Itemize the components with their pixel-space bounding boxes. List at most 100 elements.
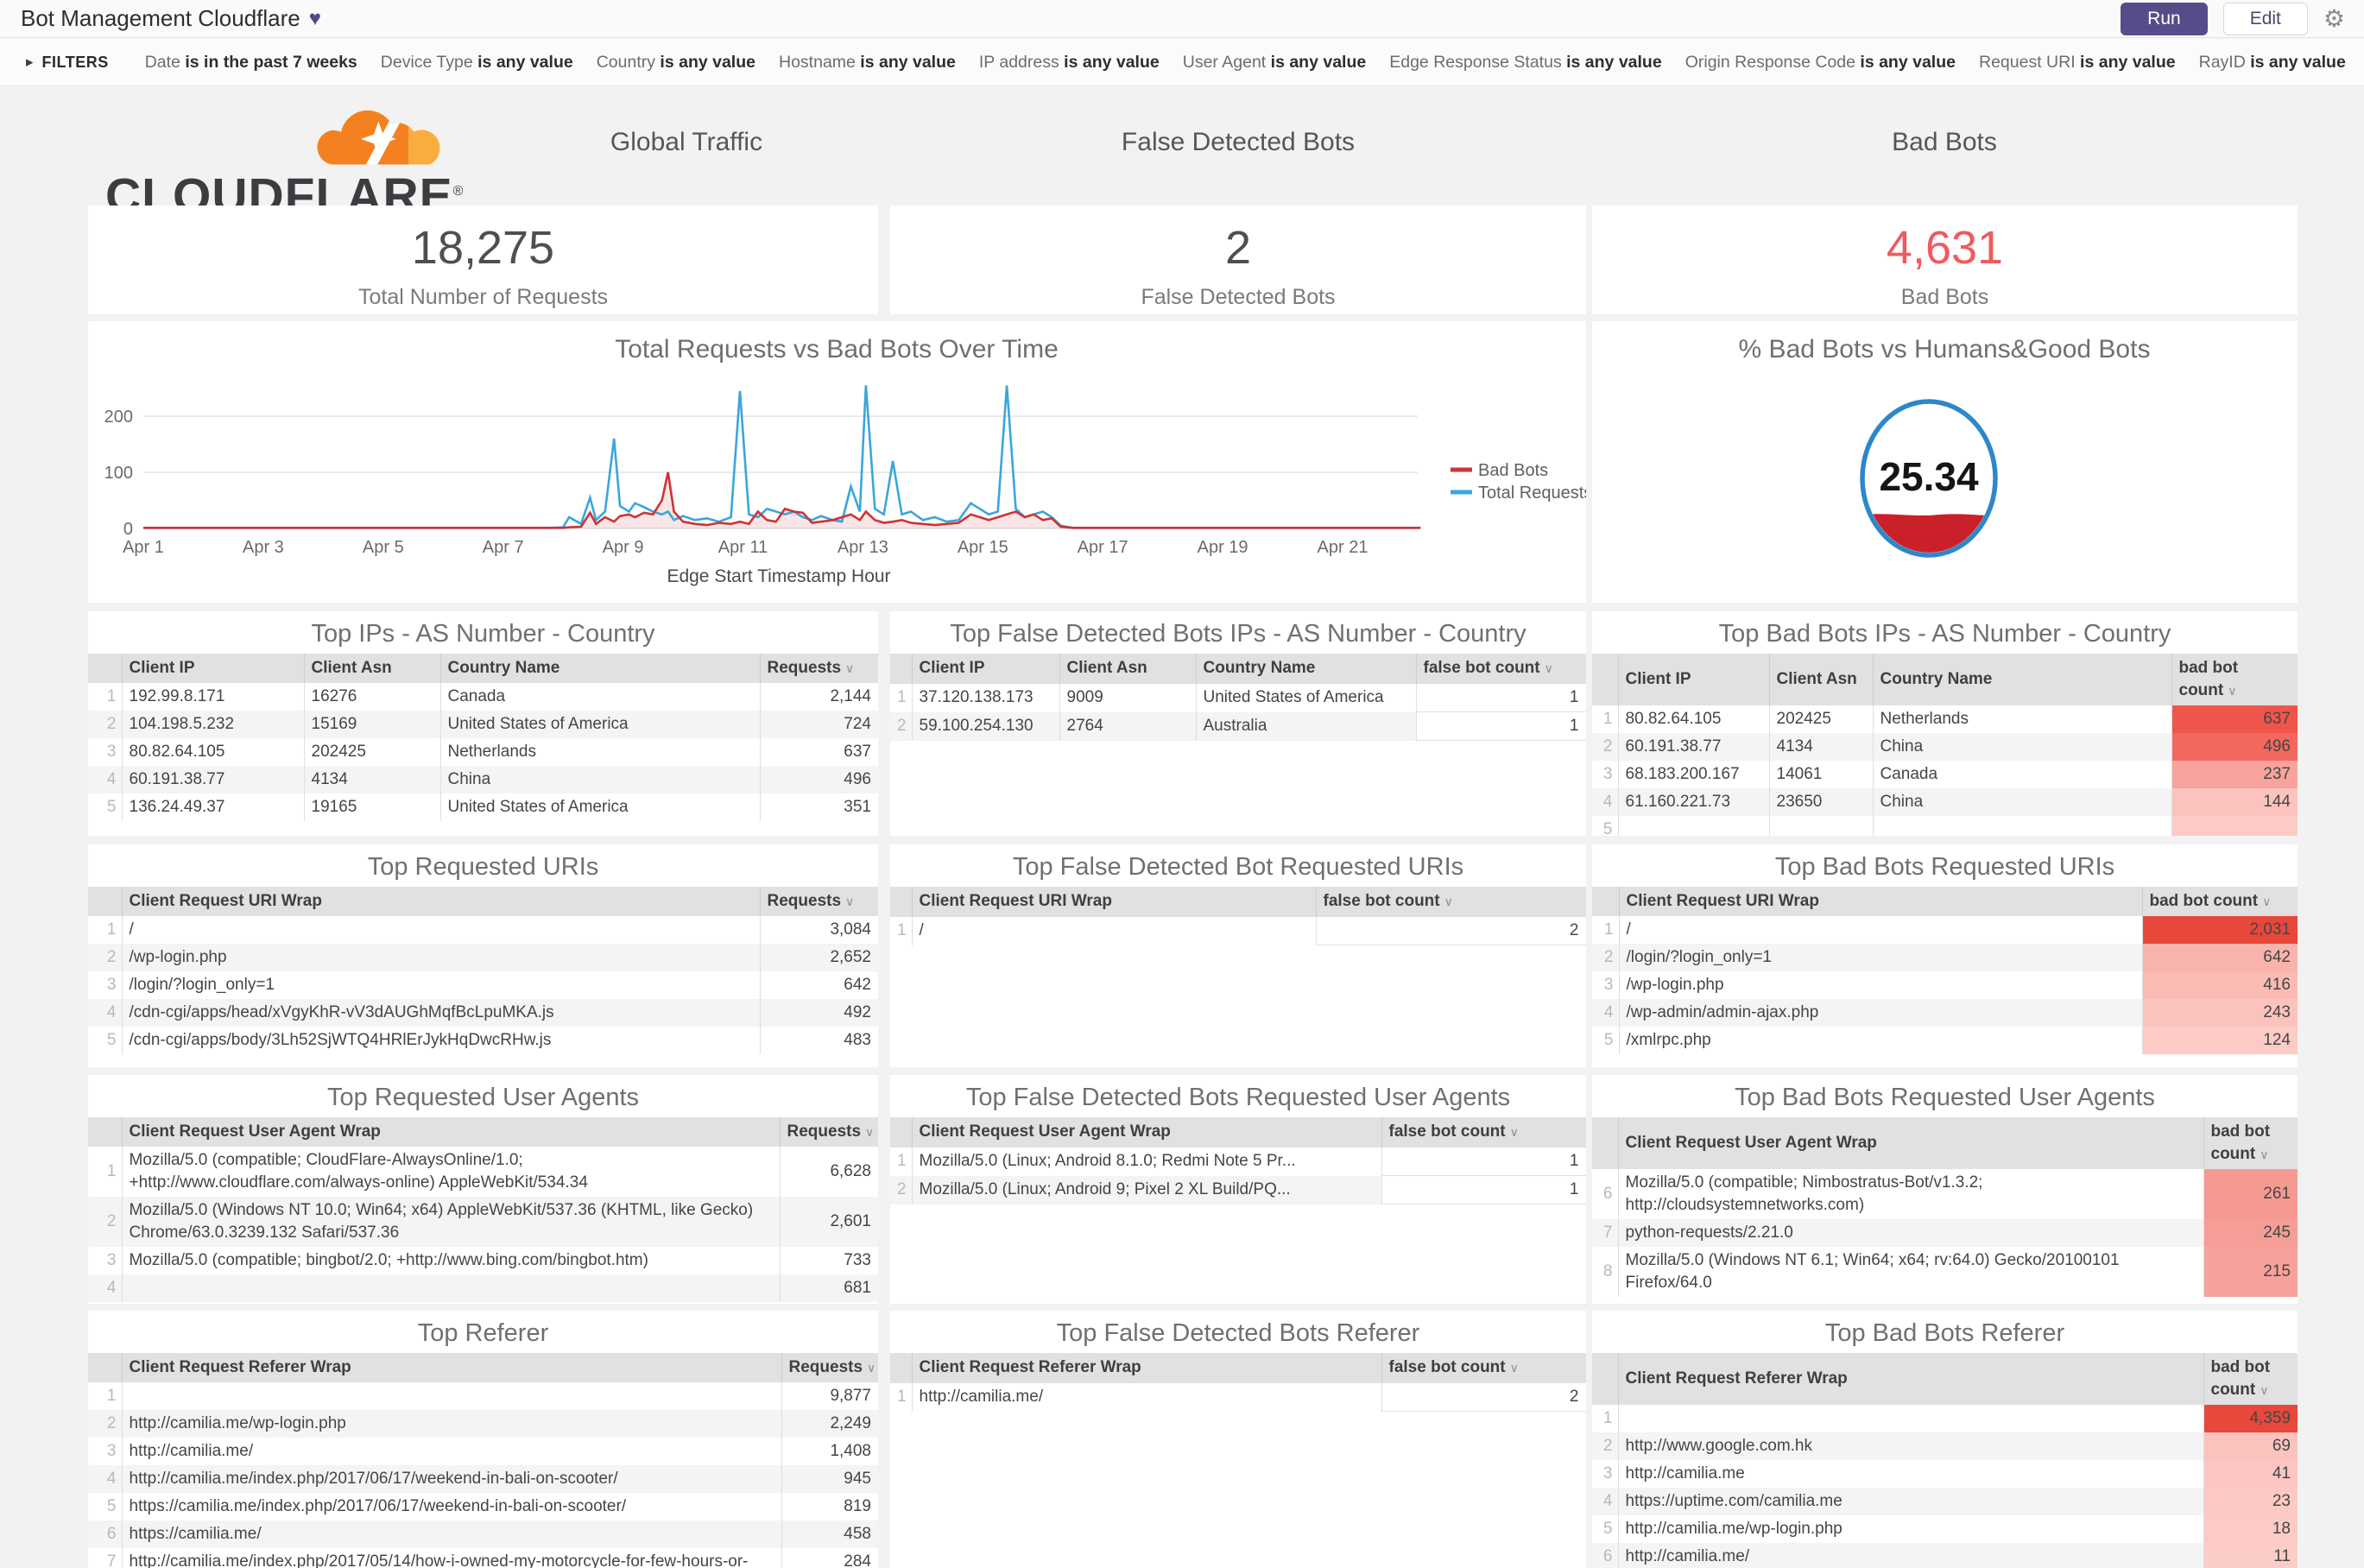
filters-expand-icon[interactable]: ▸ [26, 54, 34, 71]
table-row: 3 Mozilla/5.0 (compatible; bingbot/2.0; +… [88, 1247, 878, 1274]
table-cell: /wp-admin/admin-ajax.php [1618, 999, 2142, 1027]
table-cell: 69 [2203, 1432, 2298, 1460]
column-header[interactable]: Requests ∨ [781, 1353, 878, 1382]
filter-item[interactable]: Device Type is any value [381, 53, 573, 73]
column-header[interactable]: Requests ∨ [759, 654, 878, 683]
column-header[interactable] [88, 1353, 122, 1382]
filter-item[interactable]: Request URI is any value [1979, 53, 2176, 73]
column-header[interactable]: Country Name [1872, 654, 2171, 705]
column-header[interactable] [890, 1353, 912, 1383]
table-cell: /cdn-cgi/apps/head/xVgyKhR-vV3dAUGhMqfBc… [121, 999, 760, 1027]
column-header[interactable]: Client IP [121, 654, 304, 683]
filter-name: Request URI [1978, 52, 2076, 72]
column-header[interactable]: false bot count ∨ [1315, 887, 1586, 917]
column-header[interactable]: Client Request Referer Wrap [121, 1353, 781, 1382]
column-header[interactable]: Client Request URI Wrap [121, 887, 760, 916]
filter-item[interactable]: Origin Response Code is any value [1685, 53, 1956, 73]
column-header[interactable]: Client Asn [1059, 654, 1196, 684]
table-row: 2 59.100.254.130 2764 Australia 1 [890, 711, 1586, 741]
table-cell: python-requests/2.21.0 [1617, 1219, 2203, 1247]
column-header[interactable]: Client Request Referer Wrap [1617, 1353, 2203, 1405]
column-header[interactable]: Client IP [1617, 654, 1769, 705]
table-row: 3 http://camilia.me/1,408 [88, 1438, 878, 1465]
column-header[interactable]: Client Request User Agent Wrap [1617, 1117, 2203, 1169]
column-header[interactable]: bad bot count ∨ [2203, 1353, 2298, 1405]
column-header[interactable] [88, 654, 122, 683]
dashboard-page: Bot Management Cloudflare ♥ Run Edit ⚙ ▸… [0, 0, 2364, 1568]
sort-desc-icon: ∨ [1509, 1125, 1519, 1139]
column-header[interactable]: Country Name [439, 654, 760, 683]
table-row: 1 Mozilla/5.0 (Linux; Android 8.1.0; Redm… [890, 1147, 1586, 1176]
kpi-tile: 4,631 Bad Bots [1592, 205, 2298, 314]
column-header[interactable] [890, 654, 912, 684]
filter-item[interactable]: Edge Response Status is any value [1389, 53, 1661, 73]
sort-desc-icon: ∨ [865, 1125, 875, 1139]
column-header[interactable]: false bot count ∨ [1381, 1117, 1586, 1148]
filter-item[interactable]: Country is any value [597, 53, 755, 73]
table-cell: 215 [2203, 1247, 2298, 1297]
column-header[interactable]: Client Request User Agent Wrap [911, 1117, 1381, 1148]
gear-icon[interactable]: ⚙ [2323, 6, 2345, 31]
column-header[interactable]: Client Request URI Wrap [1618, 887, 2142, 916]
column-header[interactable] [1592, 654, 1618, 705]
column-header[interactable]: Client Asn [1768, 654, 1873, 705]
kpi-value: 4,631 [1886, 222, 2004, 274]
table-ua-false: Top False Detected Bots Requested User A… [890, 1075, 1586, 1304]
table-cell: 202425 [303, 738, 440, 766]
column-header[interactable] [1592, 887, 1619, 916]
column-header[interactable]: Client IP [911, 654, 1059, 684]
column-header[interactable] [88, 887, 122, 916]
filter-item[interactable]: IP address is any value [979, 53, 1160, 73]
data-table: Client Request URI Wrap bad bot count ∨ 1/2… [1592, 887, 2298, 1054]
table-cell: Mozilla/5.0 (Windows NT 10.0; Win64; x64… [121, 1197, 780, 1247]
table-row: 3/login/?login_only=1 642 [88, 971, 878, 999]
column-header[interactable]: Client Asn [303, 654, 440, 683]
table-cell: 2,249 [781, 1410, 878, 1438]
row-number: 5 [106, 1031, 117, 1049]
legend-total-requests[interactable]: Total Requests [1451, 484, 1586, 503]
column-header[interactable]: bad bot count ∨ [2171, 654, 2298, 705]
table-cell: 37.120.138.173 [911, 683, 1059, 712]
column-header[interactable]: bad bot count ∨ [2141, 887, 2298, 916]
column-header[interactable]: Client Request User Agent Wrap [121, 1117, 780, 1147]
chart-title: % Bad Bots vs Humans&Good Bots [1739, 335, 2151, 364]
filter-condition: is any value [2250, 52, 2346, 72]
row-number: 1 [106, 1387, 117, 1405]
column-header[interactable]: Country Name [1195, 654, 1416, 684]
column-header[interactable]: Requests ∨ [759, 887, 878, 916]
column-header[interactable] [890, 1117, 912, 1148]
data-table: Client IP Client Asn Country Name bad bot c… [1592, 654, 2298, 836]
column-header[interactable] [1592, 1117, 1618, 1169]
edit-button[interactable]: Edit [2222, 2, 2308, 35]
column-header[interactable]: Client Request URI Wrap [911, 887, 1316, 917]
filter-item[interactable]: Date is in the past 7 weeks [145, 53, 357, 73]
run-button[interactable]: Run [2121, 2, 2208, 35]
column-header[interactable]: false bot count ∨ [1381, 1353, 1586, 1383]
table-row: 4 https://uptime.com/camilia.me 23 [1592, 1488, 2298, 1515]
column-header[interactable] [890, 887, 912, 917]
legend-bad-bots[interactable]: Bad Bots [1451, 461, 1548, 480]
column-header[interactable]: Client Request Referer Wrap [911, 1353, 1381, 1383]
column-header[interactable]: false bot count ∨ [1415, 654, 1586, 684]
column-header[interactable]: bad bot count ∨ [2203, 1117, 2298, 1169]
row-number: 1 [106, 1162, 117, 1180]
filter-item[interactable]: RayID is any value [2199, 53, 2346, 73]
column-header[interactable] [1592, 1353, 1618, 1405]
row-number: 2 [897, 1180, 907, 1198]
table-cell: 945 [781, 1465, 878, 1493]
table-cell: 2,601 [779, 1197, 878, 1247]
filter-item[interactable]: Hostname is any value [779, 53, 956, 73]
filter-condition: is any value [1860, 52, 1956, 72]
table-cell: 1 [1381, 1147, 1586, 1176]
table-cell: 136.24.49.37 [121, 793, 304, 821]
filter-name: Origin Response Code [1685, 52, 1855, 72]
table-cell: 492 [759, 999, 878, 1027]
table-cell: 41 [2203, 1460, 2298, 1488]
table-title: Top IPs - AS Number - Country [311, 620, 655, 648]
filter-item[interactable]: User Agent is any value [1183, 53, 1366, 73]
filter-condition: is any value [660, 52, 755, 72]
svg-text:0: 0 [123, 520, 133, 539]
column-header[interactable]: Requests ∨ [779, 1117, 878, 1147]
column-header[interactable] [88, 1117, 122, 1147]
table-cell: 261 [2203, 1169, 2298, 1219]
